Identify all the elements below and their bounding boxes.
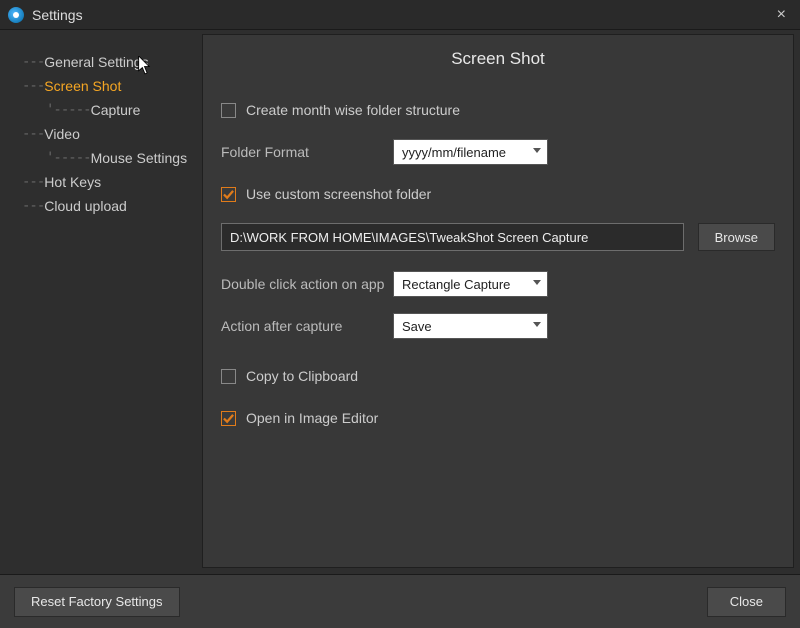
sidebar-item-cloud-upload[interactable]: ---Cloud upload <box>22 194 192 218</box>
use-custom-folder-label: Use custom screenshot folder <box>246 186 431 202</box>
chevron-down-icon <box>533 148 541 156</box>
sidebar-item-mouse-settings[interactable]: '-----Mouse Settings <box>22 146 192 170</box>
double-click-action-value: Rectangle Capture <box>402 277 510 292</box>
sidebar-item-general-settings[interactable]: ---General Settings <box>22 50 192 74</box>
sidebar-item-label: Mouse Settings <box>91 150 188 166</box>
chevron-down-icon <box>533 322 541 330</box>
folder-format-value: yyyy/mm/filename <box>402 145 506 160</box>
sidebar-item-screen-shot[interactable]: ---Screen Shot <box>22 74 192 98</box>
folder-path-input[interactable]: D:\WORK FROM HOME\IMAGES\TweakShot Scree… <box>221 223 684 251</box>
action-after-capture-select[interactable]: Save <box>393 313 548 339</box>
sidebar-item-hot-keys[interactable]: ---Hot Keys <box>22 170 192 194</box>
titlebar: Settings × <box>0 0 800 30</box>
folder-path-value: D:\WORK FROM HOME\IMAGES\TweakShot Scree… <box>230 230 588 245</box>
folder-format-select[interactable]: yyyy/mm/filename <box>393 139 548 165</box>
chevron-down-icon <box>533 280 541 288</box>
action-after-capture-label: Action after capture <box>221 318 393 334</box>
panel-title: Screen Shot <box>203 35 793 97</box>
create-month-folder-checkbox[interactable] <box>221 103 236 118</box>
footer: Reset Factory Settings Close <box>0 574 800 628</box>
sidebar-item-label: Cloud upload <box>44 198 127 214</box>
sidebar-item-label: Hot Keys <box>44 174 101 190</box>
double-click-action-label: Double click action on app <box>221 276 393 292</box>
copy-to-clipboard-label: Copy to Clipboard <box>246 368 358 384</box>
settings-sidebar: ---General Settings ---Screen Shot '----… <box>0 30 202 574</box>
create-month-folder-label: Create month wise folder structure <box>246 102 460 118</box>
close-icon[interactable]: × <box>771 6 792 24</box>
close-button[interactable]: Close <box>707 587 786 617</box>
sidebar-item-label: General Settings <box>44 54 148 70</box>
sidebar-item-capture[interactable]: '-----Capture <box>22 98 192 122</box>
window-title: Settings <box>32 7 771 23</box>
sidebar-item-video[interactable]: ---Video <box>22 122 192 146</box>
open-in-editor-checkbox[interactable] <box>221 411 236 426</box>
folder-format-label: Folder Format <box>221 144 393 160</box>
open-in-editor-label: Open in Image Editor <box>246 410 378 426</box>
sidebar-item-label: Capture <box>91 102 141 118</box>
copy-to-clipboard-checkbox[interactable] <box>221 369 236 384</box>
use-custom-folder-checkbox[interactable] <box>221 187 236 202</box>
app-icon <box>8 7 24 23</box>
sidebar-item-label: Screen Shot <box>44 78 121 94</box>
action-after-capture-value: Save <box>402 319 432 334</box>
settings-panel: Screen Shot Create month wise folder str… <box>202 34 794 568</box>
double-click-action-select[interactable]: Rectangle Capture <box>393 271 548 297</box>
reset-factory-settings-button[interactable]: Reset Factory Settings <box>14 587 180 617</box>
browse-button[interactable]: Browse <box>698 223 775 251</box>
sidebar-item-label: Video <box>44 126 80 142</box>
